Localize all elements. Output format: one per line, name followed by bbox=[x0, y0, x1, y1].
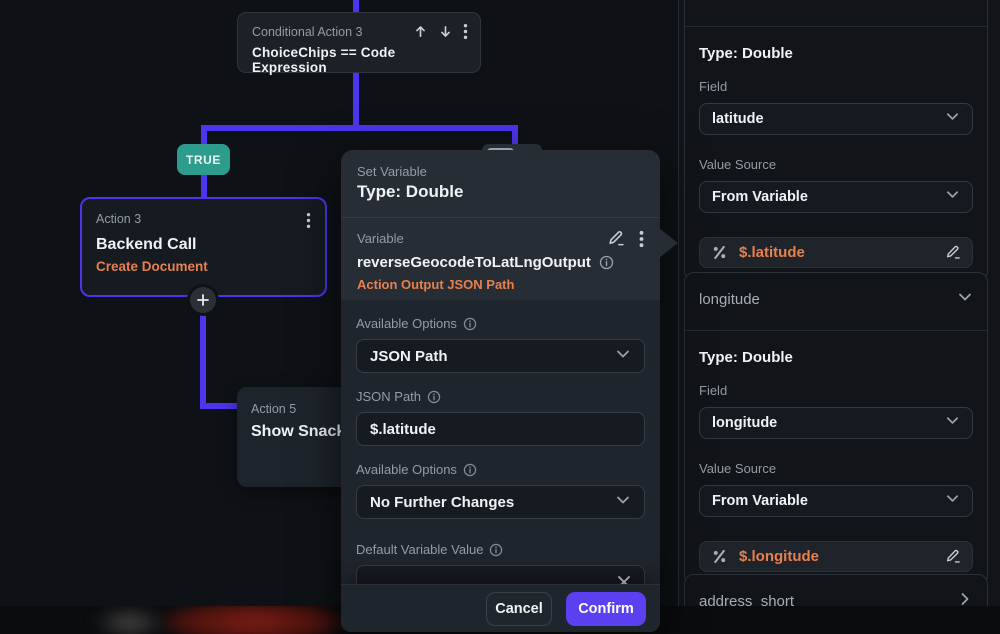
action-subtitle: Create Document bbox=[96, 259, 311, 274]
edit-icon[interactable] bbox=[944, 548, 961, 565]
chevron-down-icon bbox=[945, 109, 960, 129]
panel-section-address-short: address_short bbox=[684, 574, 988, 606]
close-icon[interactable] bbox=[617, 575, 631, 584]
available-options-label: Available Options bbox=[356, 462, 645, 477]
properties-panel: latitude Type: Double Field latitude Val… bbox=[678, 0, 1000, 606]
dropdown-value: From Variable bbox=[712, 493, 808, 509]
label-text: Available Options bbox=[356, 316, 457, 331]
node-label: Conditional Action 3 bbox=[252, 25, 363, 39]
variable-name: reverseGeocodeToLatLngOutput bbox=[357, 254, 591, 271]
variable-label: Variable bbox=[357, 231, 404, 246]
dropdown-value: longitude bbox=[712, 415, 777, 431]
connector-line bbox=[201, 125, 518, 131]
binding-value: $.longitude bbox=[739, 548, 933, 565]
dropdown-value: No Further Changes bbox=[370, 494, 514, 511]
panel-section-longitude: longitude Type: Double Field longitude V… bbox=[684, 272, 988, 585]
default-value-input-wrap bbox=[356, 565, 645, 584]
info-icon[interactable] bbox=[463, 317, 477, 331]
kebab-menu-icon[interactable] bbox=[306, 212, 311, 229]
popup-label: Set Variable bbox=[357, 164, 644, 179]
kebab-menu-icon[interactable] bbox=[463, 23, 468, 40]
chevron-down-icon bbox=[615, 346, 631, 367]
section-title: address_short bbox=[699, 593, 794, 606]
section-header-address-short[interactable]: address_short bbox=[685, 575, 987, 606]
percent-icon bbox=[711, 244, 728, 261]
available-options-dropdown[interactable]: JSON Path bbox=[356, 339, 645, 373]
edit-icon[interactable] bbox=[944, 244, 961, 261]
popup-title: Type: Double bbox=[357, 182, 644, 202]
label-text: Default Variable Value bbox=[356, 542, 483, 557]
connector-line bbox=[200, 298, 206, 409]
chevron-right-icon bbox=[957, 591, 973, 606]
action3-node[interactable]: Action 3 Backend Call Create Document bbox=[80, 197, 327, 297]
binding-value: $.latitude bbox=[739, 244, 933, 261]
condition-expression: ChoiceChips == Code Expression bbox=[252, 45, 468, 75]
default-value-input[interactable] bbox=[370, 574, 617, 585]
action-title: Backend Call bbox=[96, 236, 311, 254]
variable-binding-longitude[interactable]: $.longitude bbox=[699, 541, 973, 572]
chevron-down-icon bbox=[957, 289, 973, 310]
value-source-label: Value Source bbox=[699, 461, 973, 476]
info-icon[interactable] bbox=[427, 390, 441, 404]
blurred-blob bbox=[92, 606, 167, 634]
field-dropdown[interactable]: longitude bbox=[699, 407, 973, 439]
field-label: Field bbox=[699, 79, 973, 94]
label-text: Available Options bbox=[356, 462, 457, 477]
json-path-input-wrap bbox=[356, 412, 645, 446]
dropdown-value: latitude bbox=[712, 111, 764, 127]
value-source-dropdown[interactable]: From Variable bbox=[699, 485, 973, 517]
chevron-down-icon bbox=[615, 492, 631, 513]
callout-arrow bbox=[659, 228, 678, 258]
blurred-blob bbox=[160, 606, 345, 634]
conditional-action-node[interactable]: Conditional Action 3 ChoiceChips == Code… bbox=[237, 12, 481, 73]
chevron-down-icon bbox=[945, 491, 960, 511]
chevron-down-icon bbox=[945, 413, 960, 433]
move-up-icon[interactable] bbox=[413, 24, 428, 39]
action-flow-editor: Conditional Action 3 ChoiceChips == Code… bbox=[0, 0, 1000, 634]
type-text: Type: Double bbox=[699, 45, 973, 62]
panel-section-latitude: latitude Type: Double Field latitude Val… bbox=[684, 0, 988, 281]
move-down-icon[interactable] bbox=[438, 24, 453, 39]
value-source-label: Value Source bbox=[699, 157, 973, 172]
section-title: latitude bbox=[699, 0, 747, 4]
connector-line bbox=[200, 403, 242, 409]
plus-icon bbox=[197, 294, 209, 306]
confirm-button[interactable]: Confirm bbox=[566, 592, 646, 626]
true-branch-badge: TRUE bbox=[177, 144, 230, 175]
chevron-down-icon bbox=[957, 0, 973, 6]
section-header-latitude[interactable]: latitude bbox=[685, 0, 987, 26]
variable-source-type: Action Output JSON Path bbox=[357, 277, 644, 292]
kebab-menu-icon[interactable] bbox=[639, 230, 644, 248]
percent-icon bbox=[711, 548, 728, 565]
json-path-input[interactable] bbox=[370, 421, 631, 438]
chevron-down-icon bbox=[945, 187, 960, 207]
info-icon[interactable] bbox=[463, 463, 477, 477]
popup-footer: Cancel Confirm bbox=[341, 584, 660, 632]
value-source-dropdown[interactable]: From Variable bbox=[699, 181, 973, 213]
popup-body: Available Options JSON Path JSON Path bbox=[341, 300, 660, 584]
default-variable-value-label: Default Variable Value bbox=[356, 542, 645, 557]
label-text: JSON Path bbox=[356, 389, 421, 404]
dropdown-value: From Variable bbox=[712, 189, 808, 205]
variable-binding-latitude[interactable]: $.latitude bbox=[699, 237, 973, 268]
json-path-label: JSON Path bbox=[356, 389, 645, 404]
edit-icon[interactable] bbox=[606, 229, 625, 248]
popup-header: Set Variable Type: Double bbox=[341, 150, 660, 218]
cancel-button[interactable]: Cancel bbox=[486, 592, 552, 626]
info-icon[interactable] bbox=[489, 543, 503, 557]
field-label: Field bbox=[699, 383, 973, 398]
section-title: longitude bbox=[699, 291, 760, 308]
info-icon[interactable] bbox=[599, 255, 614, 270]
available-options-label: Available Options bbox=[356, 316, 645, 331]
section-header-longitude[interactable]: longitude bbox=[685, 273, 987, 330]
further-changes-dropdown[interactable]: No Further Changes bbox=[356, 485, 645, 519]
variable-section: Variable reverseGeocodeToLatLngOutput Ac… bbox=[341, 218, 660, 300]
set-variable-popup: Set Variable Type: Double Variable rever… bbox=[341, 150, 660, 632]
add-action-button[interactable] bbox=[190, 287, 216, 313]
type-text: Type: Double bbox=[699, 349, 973, 366]
field-dropdown[interactable]: latitude bbox=[699, 103, 973, 135]
dropdown-value: JSON Path bbox=[370, 348, 448, 365]
node-label: Action 3 bbox=[96, 212, 141, 226]
